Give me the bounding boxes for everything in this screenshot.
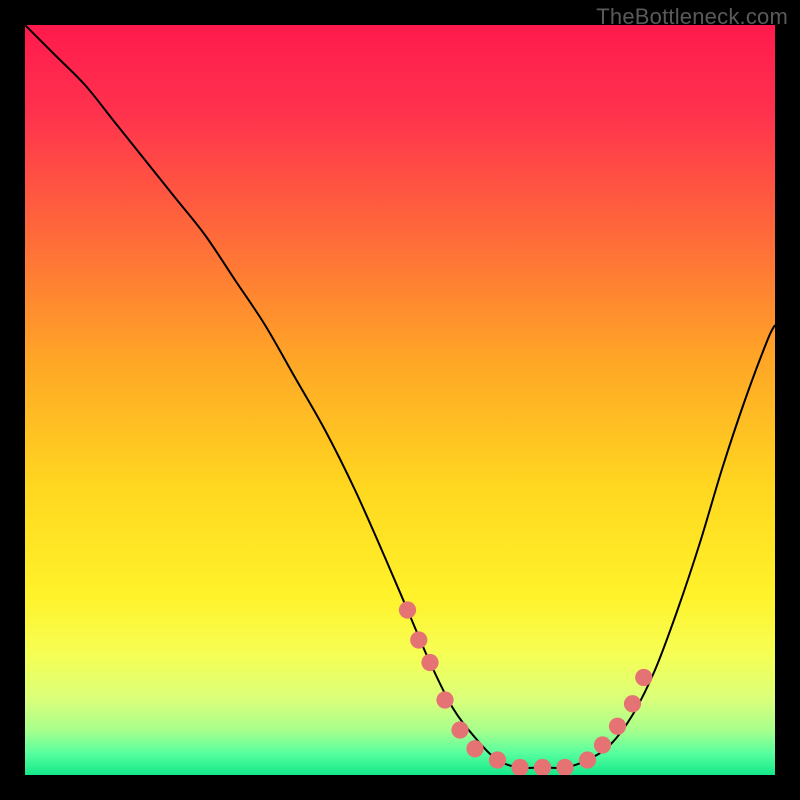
marker-point [624,695,641,712]
marker-point [635,669,652,686]
marker-point [399,601,416,618]
marker-point [436,691,453,708]
marker-point [489,751,506,768]
marker-point [556,759,573,775]
marker-point [534,759,551,775]
marker-point [609,718,626,735]
marker-point [594,736,611,753]
marker-point [410,631,427,648]
marker-point [579,751,596,768]
marker-point [511,759,528,775]
chart-markers-layer [25,25,775,775]
watermark-text: TheBottleneck.com [596,4,788,30]
marker-point [451,721,468,738]
bottleneck-markers [399,601,653,775]
marker-point [421,654,438,671]
marker-point [466,740,483,757]
chart-area [25,25,775,775]
